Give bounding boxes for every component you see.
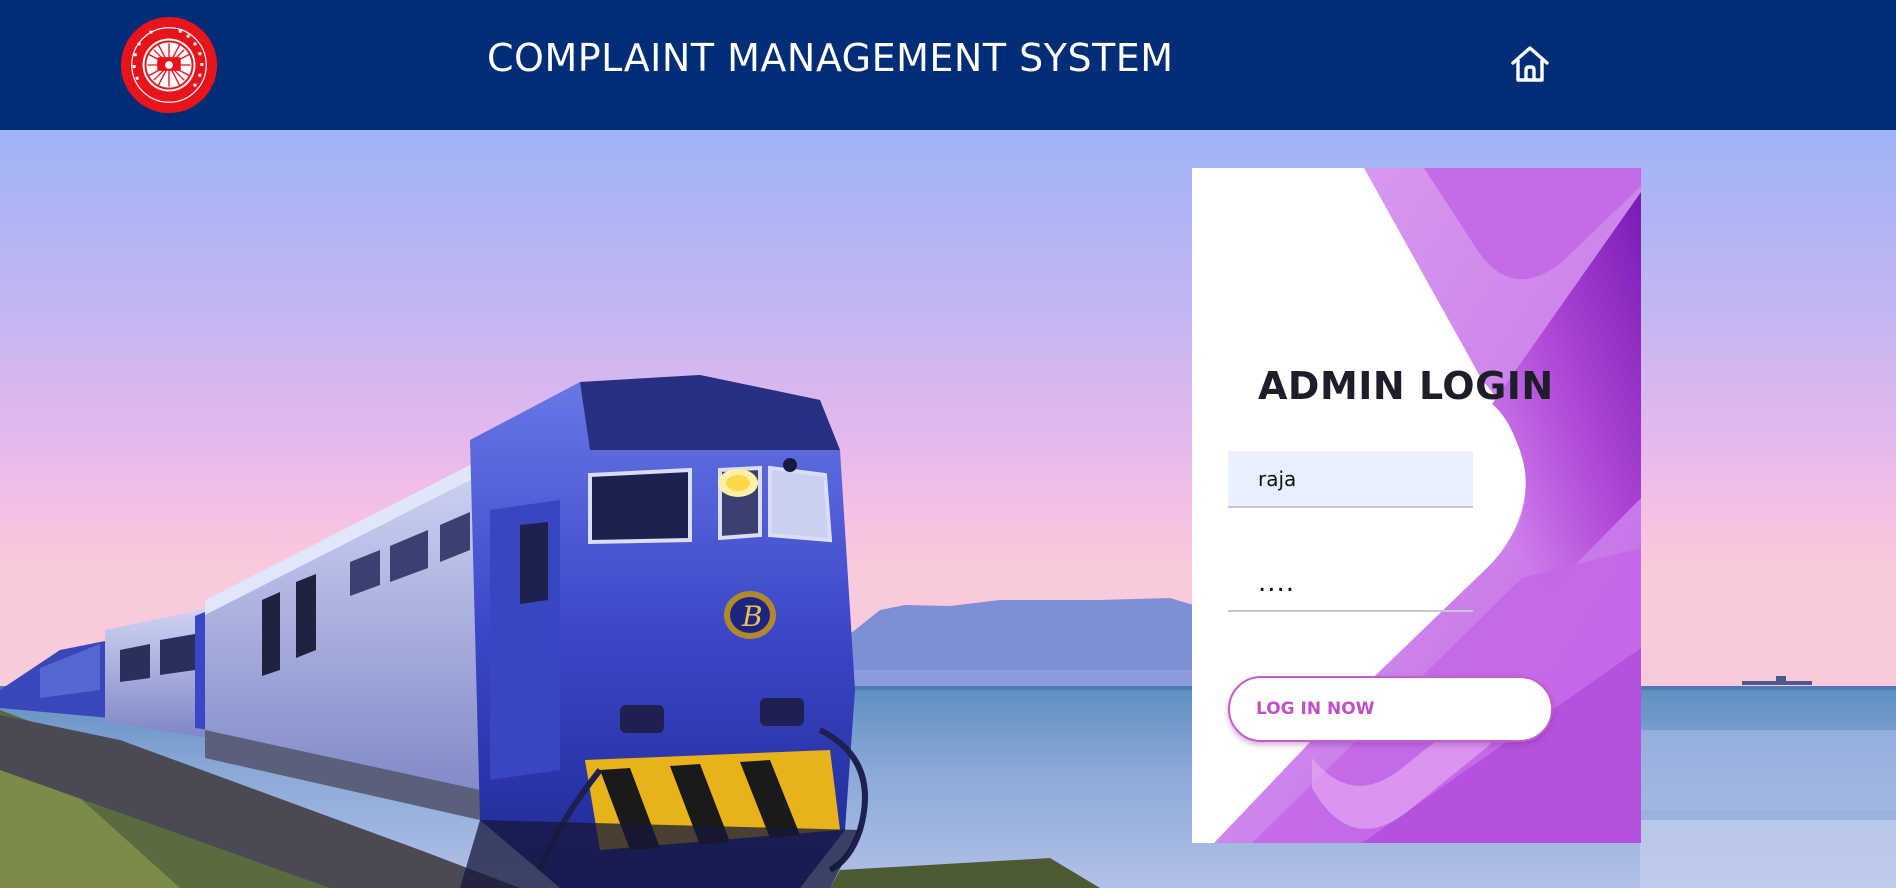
password-input[interactable] <box>1228 555 1473 612</box>
svg-text:B: B <box>741 600 763 633</box>
login-card: ADMIN LOGIN LOG IN NOW <box>1192 168 1641 843</box>
top-navbar: COMPLAINT MANAGEMENT SYSTEM <box>0 0 1896 130</box>
site-title: COMPLAINT MANAGEMENT SYSTEM <box>487 36 1174 80</box>
login-button[interactable]: LOG IN NOW <box>1228 676 1553 742</box>
home-icon[interactable] <box>1508 42 1552 86</box>
username-input[interactable] <box>1228 451 1473 508</box>
login-title: ADMIN LOGIN <box>1258 364 1554 408</box>
indian-railways-logo <box>120 16 218 114</box>
